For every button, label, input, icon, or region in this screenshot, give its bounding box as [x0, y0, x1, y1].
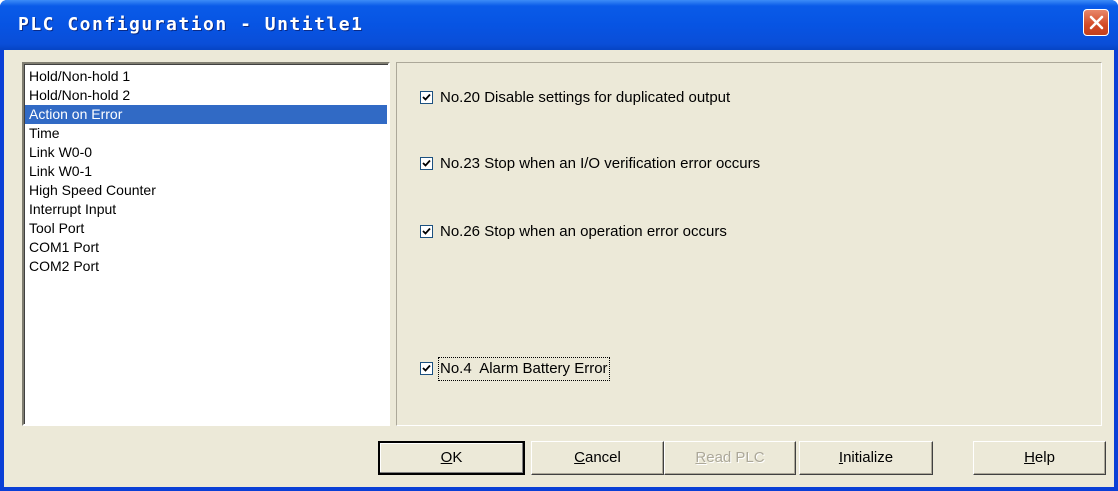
- help-rest: elp: [1034, 449, 1055, 466]
- list-item-label: COM1 Port: [29, 239, 100, 255]
- option-no23-checkbox[interactable]: [420, 157, 433, 170]
- close-icon: [1089, 15, 1104, 30]
- close-button[interactable]: [1083, 9, 1109, 36]
- list-item-tool-port[interactable]: Tool Port: [25, 219, 387, 238]
- help-accel: H: [1024, 449, 1035, 466]
- list-item-com1-port[interactable]: COM1 Port: [25, 238, 387, 257]
- option-no4-checkbox[interactable]: [420, 362, 433, 375]
- cancel-accel: C: [574, 449, 585, 466]
- ok-rest: K: [452, 449, 463, 466]
- dialog-body: Hold/Non-hold 1 Hold/Non-hold 2 Action o…: [4, 50, 1114, 487]
- help-button[interactable]: Help: [973, 441, 1106, 475]
- list-item-hold-non-hold-2[interactable]: Hold/Non-hold 2: [25, 86, 387, 105]
- list-item-label: High Speed Counter: [29, 182, 156, 198]
- ok-button[interactable]: OK: [378, 441, 525, 475]
- list-item-hold-non-hold-1[interactable]: Hold/Non-hold 1: [25, 67, 387, 86]
- list-item-link-w0-1[interactable]: Link W0-1: [25, 162, 387, 181]
- list-item-label: COM2 Port: [29, 258, 100, 274]
- list-item-link-w0-0[interactable]: Link W0-0: [25, 143, 387, 162]
- option-no4-label: No.4 Alarm Battery Error: [438, 357, 610, 381]
- read-plc-button[interactable]: Read PLC: [664, 441, 796, 475]
- list-item-high-speed-counter[interactable]: High Speed Counter: [25, 181, 387, 200]
- cancel-button[interactable]: Cancel: [531, 441, 664, 475]
- read-plc-accel: R: [695, 449, 707, 466]
- category-list[interactable]: Hold/Non-hold 1 Hold/Non-hold 2 Action o…: [22, 62, 390, 426]
- list-item-com2-port[interactable]: COM2 Port: [25, 257, 387, 276]
- option-no23-label: No.23 Stop when an I/O verification erro…: [440, 155, 761, 172]
- option-no20-checkbox[interactable]: [420, 91, 433, 104]
- list-item-label: Interrupt Input: [29, 201, 117, 217]
- initialize-button[interactable]: Initialize: [799, 441, 933, 475]
- list-item-label: Tool Port: [29, 220, 85, 236]
- initialize-rest: nitialize: [843, 449, 894, 466]
- list-item-label: Action on Error: [29, 106, 123, 122]
- dialog-window: PLC Configuration - Untitle1 Hold/Non-ho…: [0, 0, 1118, 491]
- checkmark-icon: [422, 227, 431, 235]
- list-item-label: Time: [29, 125, 60, 141]
- checkmark-icon: [422, 364, 431, 372]
- cancel-rest: ancel: [584, 449, 621, 466]
- list-item-interrupt-input[interactable]: Interrupt Input: [25, 200, 387, 219]
- list-item-label: Link W0-1: [29, 163, 93, 179]
- window-title: PLC Configuration - Untitle1: [18, 14, 364, 35]
- read-plc-rest: ead PLC: [706, 449, 765, 466]
- list-item-label: Link W0-0: [29, 144, 93, 160]
- option-no20-label: No.20 Disable settings for duplicated ou…: [440, 89, 731, 106]
- option-no26-label: No.26 Stop when an operation error occur…: [440, 223, 727, 240]
- list-item-action-on-error[interactable]: Action on Error: [25, 105, 387, 124]
- list-item-label: Hold/Non-hold 1: [29, 68, 131, 84]
- title-bar[interactable]: PLC Configuration - Untitle1: [0, 0, 1118, 50]
- option-no26-checkbox[interactable]: [420, 225, 433, 238]
- checkmark-icon: [422, 93, 431, 101]
- settings-panel: No.20 Disable settings for duplicated ou…: [396, 62, 1102, 426]
- checkmark-icon: [422, 159, 431, 167]
- ok-accel: O: [440, 449, 453, 466]
- list-item-time[interactable]: Time: [25, 124, 387, 143]
- list-item-label: Hold/Non-hold 2: [29, 87, 131, 103]
